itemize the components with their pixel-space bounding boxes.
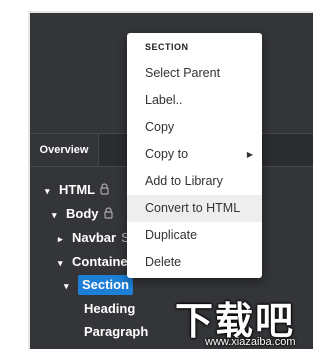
tree-item-label: HTML (59, 182, 96, 197)
tree-item-label-selected: Section (78, 275, 133, 295)
tree-item-body[interactable]: ▾ Body (52, 203, 113, 225)
tree-item-label: Paragraph (84, 324, 149, 339)
context-menu-title: SECTION (145, 42, 189, 52)
menu-item-delete[interactable]: Delete (127, 249, 262, 276)
tree-item-paragraph[interactable]: Paragraph (84, 321, 148, 343)
tree-item-navbar[interactable]: ▸ Navbar S (58, 227, 130, 249)
menu-item-select-parent[interactable]: Select Parent (127, 60, 262, 87)
menu-item-label[interactable]: Label.. (127, 87, 262, 114)
menu-item-copy-to[interactable]: Copy to ▶ (127, 141, 262, 168)
menu-item-duplicate[interactable]: Duplicate (127, 222, 262, 249)
menu-item-convert-to-html[interactable]: Convert to HTML (127, 195, 262, 222)
caret-down-icon[interactable]: ▾ (45, 180, 55, 202)
tree-item-label: Heading (84, 301, 136, 316)
tree-item-label: Navbar (72, 230, 117, 245)
tree-item-html[interactable]: ▾ HTML (45, 179, 109, 201)
tree-item-label: Containe (72, 254, 128, 269)
context-menu: SECTION Select Parent Label.. Copy Copy … (127, 33, 262, 278)
watermark-logo: 下载吧 www.xiazaiba.com (175, 290, 313, 349)
menu-item-add-to-library[interactable]: Add to Library (127, 168, 262, 195)
tree-item-label: Body (66, 206, 99, 221)
tree-item-section[interactable]: ▾ Section (64, 274, 133, 296)
tab-overview[interactable]: Overview (30, 134, 99, 166)
caret-right-icon[interactable]: ▸ (58, 228, 68, 250)
caret-down-icon[interactable]: ▾ (52, 204, 62, 226)
caret-down-icon[interactable]: ▾ (64, 275, 74, 297)
tree-item-heading[interactable]: Heading (84, 298, 135, 320)
menu-item-copy-to-label: Copy to (145, 147, 189, 161)
menu-item-copy[interactable]: Copy (127, 114, 262, 141)
lock-icon (103, 207, 113, 219)
tree-item-container[interactable]: ▾ Containe (58, 251, 128, 273)
watermark-url: www.xiazaiba.com (205, 336, 296, 348)
caret-down-icon[interactable]: ▾ (58, 252, 68, 274)
lock-icon (100, 183, 109, 195)
submenu-arrow-icon: ▶ (246, 150, 253, 159)
